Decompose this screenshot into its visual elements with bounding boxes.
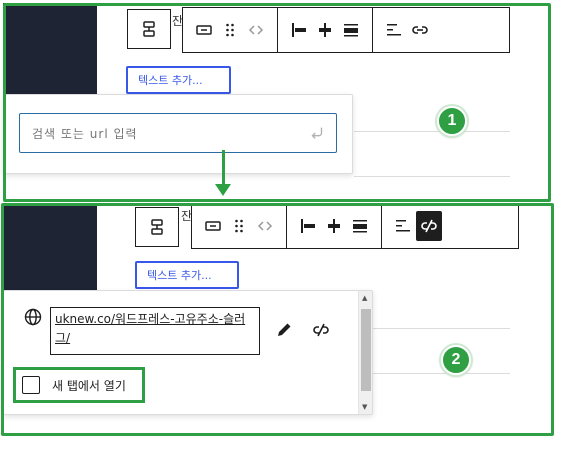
link-edit-popover: uknew.co/워드프레스-고유주소-슬러그/ 새 탭에서 열기 ▲ ▼: [3, 290, 373, 415]
align-left-icon: [301, 219, 315, 233]
sidebar-dark-strip: [3, 205, 97, 295]
block-type-icon: [196, 25, 212, 35]
toolbar-group-format: [373, 8, 441, 52]
align-wide-button[interactable]: [338, 15, 364, 45]
align-wide-button[interactable]: [347, 211, 373, 241]
toolbar-group-align: [278, 8, 373, 52]
justify-icon: [396, 220, 410, 232]
align-center-button[interactable]: [312, 15, 338, 45]
justify-button[interactable]: [390, 211, 416, 241]
add-text-button[interactable]: 텍스트 추가...: [135, 261, 239, 289]
align-center-icon: [319, 23, 331, 37]
block-type-button[interactable]: [191, 15, 217, 45]
toolbar-group-align: [287, 204, 382, 248]
link-search-popover: 검색 또는 url 입력: [3, 94, 353, 174]
block-toolbar: [182, 7, 510, 53]
align-left-button[interactable]: [295, 211, 321, 241]
unlink-icon[interactable]: [311, 320, 331, 340]
open-new-tab-option[interactable]: 새 탭에서 열기: [13, 367, 145, 403]
move-button[interactable]: [243, 15, 269, 45]
link-icon: [412, 26, 428, 34]
justify-icon: [387, 24, 401, 36]
justify-button[interactable]: [381, 15, 407, 45]
divider-line: [354, 176, 510, 177]
enter-submit-icon[interactable]: [308, 124, 326, 142]
link-url-text[interactable]: uknew.co/워드프레스-고유주소-슬러그/: [50, 307, 260, 355]
url-search-placeholder: 검색 또는 url 입력: [32, 126, 138, 141]
divider-line: [370, 373, 510, 374]
divider-line: [370, 328, 510, 329]
align-center-button[interactable]: [321, 211, 347, 241]
toolbar-group-format: [382, 204, 450, 248]
align-wide-icon: [344, 24, 358, 37]
parent-block-button[interactable]: [135, 207, 179, 247]
step-badge-1: 1: [437, 106, 467, 136]
drag-handle-icon: [226, 23, 234, 37]
align-left-icon: [292, 23, 306, 37]
move-arrows-icon: [257, 221, 273, 231]
toolbar-group-block: [192, 204, 287, 248]
block-type-button[interactable]: [200, 211, 226, 241]
unlink-button[interactable]: [416, 211, 442, 241]
divider-line: [354, 131, 510, 132]
unlink-icon: [421, 219, 437, 233]
drag-handle-icon: [235, 219, 243, 233]
toolbar-group-block: [183, 8, 278, 52]
edit-pencil-icon[interactable]: [274, 320, 294, 340]
drag-handle[interactable]: [217, 15, 243, 45]
url-search-input[interactable]: 검색 또는 url 입력: [19, 113, 337, 153]
scroll-up-arrow-icon[interactable]: ▲: [362, 294, 367, 302]
parent-block-icon: [143, 21, 155, 37]
add-text-button[interactable]: 텍스트 추가...: [126, 66, 231, 94]
block-type-icon: [205, 221, 221, 231]
align-center-icon: [328, 219, 340, 233]
globe-icon: [24, 308, 42, 326]
move-button[interactable]: [252, 211, 278, 241]
move-arrows-icon: [248, 25, 264, 35]
open-new-tab-label: 새 탭에서 열기: [52, 378, 126, 393]
popover-scrollbar[interactable]: ▲ ▼: [358, 291, 372, 414]
open-new-tab-checkbox[interactable]: [22, 376, 40, 394]
flow-arrow-line: [222, 150, 225, 186]
align-left-button[interactable]: [286, 15, 312, 45]
block-toolbar: [191, 203, 519, 249]
drag-handle[interactable]: [226, 211, 252, 241]
scroll-thumb[interactable]: [361, 309, 371, 391]
sidebar-dark-strip: [3, 3, 97, 97]
parent-block-icon: [151, 219, 163, 235]
step-badge-2: 2: [441, 345, 471, 375]
parent-block-button[interactable]: [127, 9, 171, 49]
link-button[interactable]: [407, 15, 433, 45]
align-wide-icon: [353, 220, 367, 233]
flow-arrow-head-icon: [215, 184, 231, 196]
scroll-down-arrow-icon[interactable]: ▼: [362, 403, 367, 411]
